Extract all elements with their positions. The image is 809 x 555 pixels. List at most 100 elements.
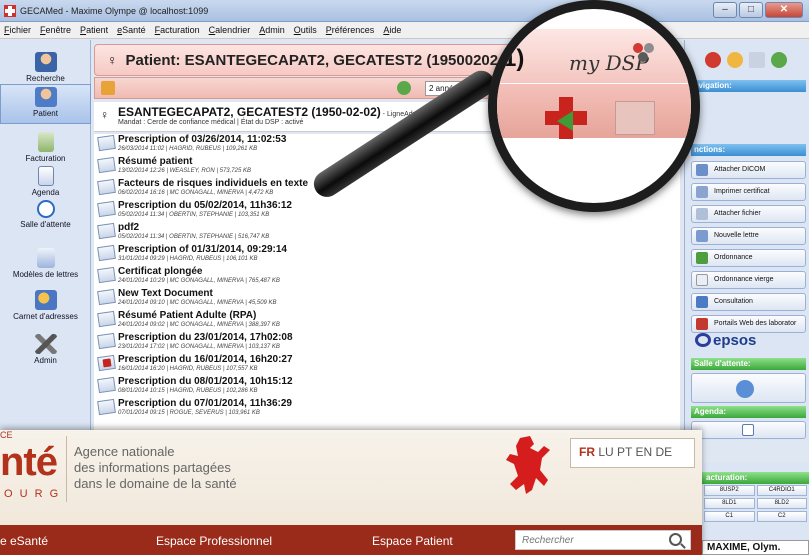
document-item[interactable]: New Text Document 24/01/2014 09:10 | MC …: [94, 288, 680, 307]
paperclip-icon: [696, 208, 708, 220]
billing-code-button[interactable]: 8LD2: [756, 498, 807, 509]
lang-en[interactable]: EN: [636, 445, 653, 459]
patient-icon: [34, 87, 57, 107]
billing-codes: 8USP2 C4RDIO1 8LD1 8LD2 C1 C2: [704, 485, 807, 522]
sidebar-item-recherche[interactable]: Recherche: [0, 50, 91, 83]
lang-pt[interactable]: PT: [617, 445, 632, 459]
document-meta: 08/01/2014 10:15 | HAGRID, RUBEUS | 102,…: [118, 388, 258, 394]
sidebar-label: Salle d'attente: [20, 220, 71, 229]
agency-line: Agence nationale: [74, 444, 175, 459]
pill-icon[interactable]: [101, 81, 115, 95]
right-action-panel: avigation: nctions: Attacher DICOM Impri…: [684, 40, 809, 440]
person-search-icon: [34, 52, 57, 72]
user-icon[interactable]: [727, 52, 743, 68]
website-search-input[interactable]: Rechercher: [515, 530, 691, 550]
blank-prescription-button[interactable]: Ordonnance vierge: [691, 271, 806, 289]
button-label: Attacher fichier: [714, 210, 761, 217]
document-item[interactable]: Certificat plongée 24/01/2014 10:29 | MC…: [94, 266, 680, 285]
billing-code-button[interactable]: 8LD1: [704, 498, 755, 509]
sidebar-item-salle-attente[interactable]: Salle d'attente: [0, 198, 91, 229]
agenda-button[interactable]: [691, 421, 806, 439]
logo-top-text: CE: [0, 430, 13, 440]
document-icon: [97, 288, 116, 306]
document-item[interactable]: Prescription of 01/31/2014, 09:29:14 31/…: [94, 244, 680, 263]
waiting-room-button[interactable]: [691, 373, 806, 403]
document-item[interactable]: Prescription du 08/01/2014, 10h15:12 08/…: [94, 376, 680, 395]
sidebar-item-patient[interactable]: Patient: [0, 84, 91, 124]
maximize-button[interactable]: □: [739, 2, 763, 18]
menu-fenetre[interactable]: Fenêtre: [40, 25, 71, 35]
billing-code-button[interactable]: 8USP2: [704, 485, 755, 496]
sidebar-item-admin[interactable]: Admin: [0, 332, 91, 365]
document-item[interactable]: Résumé Patient Adulte (RPA) 24/01/2014 0…: [94, 310, 680, 329]
module-sidebar: Recherche Patient Facturation Agenda Sal…: [0, 40, 91, 440]
esante-logo[interactable]: nté: [0, 440, 58, 485]
billing-code-button[interactable]: C1: [704, 511, 755, 522]
document-meta: 16/01/2014 16:20 | HAGRID, RUBEUS | 107,…: [118, 366, 258, 372]
menu-calendrier[interactable]: Calendrier: [209, 25, 251, 35]
document-item[interactable]: Prescription du 23/01/2014, 17h02:08 23/…: [94, 332, 680, 351]
menu-patient[interactable]: Patient: [80, 25, 108, 35]
prescription-button[interactable]: Ordonnance: [691, 249, 806, 267]
sidebar-item-modeles-lettres[interactable]: Modèles de lettres: [0, 246, 91, 279]
search-icon[interactable]: [669, 533, 682, 546]
attach-dicom-button[interactable]: Attacher DICOM: [691, 161, 806, 179]
consultation-icon: [696, 296, 708, 308]
button-label: Imprimer certificat: [714, 188, 770, 195]
refresh-icon[interactable]: [397, 81, 411, 95]
new-letter-button[interactable]: Nouvelle lettre: [691, 227, 806, 245]
magnified-toolbar: [497, 84, 691, 138]
button-label: Ordonnance: [714, 254, 753, 261]
document-title: pdf2: [118, 222, 140, 233]
document-item[interactable]: Prescription du 07/01/2014, 11h36:29 07/…: [94, 398, 680, 417]
tools-icon: [34, 334, 57, 354]
document-meta: 07/01/2014 09:15 | ROGUE, SEVERUS | 103,…: [118, 410, 260, 416]
document-meta: 24/01/2014 10:29 | MC GONAGALL, MINERVA …: [118, 278, 280, 284]
menu-facturation[interactable]: Facturation: [155, 25, 200, 35]
close-button[interactable]: ✕: [765, 2, 803, 18]
epsos-logo[interactable]: epsos: [695, 332, 756, 349]
document-item[interactable]: Prescription du 16/01/2014, 16h20:27 16/…: [94, 354, 680, 373]
menu-esante[interactable]: eSanté: [117, 25, 146, 35]
sidebar-item-carnet-adresses[interactable]: Carnet d'adresses: [0, 288, 91, 321]
consultation-button[interactable]: Consultation: [691, 293, 806, 311]
nav-espace-professionnel[interactable]: Espace Professionnel: [156, 534, 272, 548]
sidebar-item-facturation[interactable]: Facturation: [0, 130, 91, 163]
sidebar-label: Modèles de lettres: [12, 270, 79, 279]
sidebar-item-agenda[interactable]: Agenda: [0, 164, 91, 197]
menu-fichier[interactable]: Fichier: [4, 25, 31, 35]
website-navbar: e eSanté Espace Professionnel Espace Pat…: [0, 525, 702, 555]
person-icon: ♀: [107, 52, 118, 68]
document-icon: [97, 398, 116, 416]
nav-espace-patient[interactable]: Espace Patient: [372, 534, 453, 548]
navigation-header: avigation:: [691, 80, 806, 92]
document-item[interactable]: pdf2 05/02/2014 11:34 | OBERTIN, STEPHAN…: [94, 222, 680, 241]
save-icon[interactable]: [749, 52, 765, 68]
lang-lu[interactable]: LU: [598, 445, 613, 459]
document-title: Certificat plongée: [118, 266, 203, 277]
nav-esante[interactable]: e eSanté: [0, 534, 48, 548]
menu-aide[interactable]: Aide: [383, 25, 401, 35]
document-icon: [97, 134, 116, 152]
close-patient-icon[interactable]: [705, 52, 721, 68]
folder-icon: [615, 101, 655, 135]
menu-preferences[interactable]: Préférences: [326, 25, 375, 35]
lang-fr[interactable]: FR: [579, 445, 595, 459]
sidebar-label: Carnet d'adresses: [13, 312, 78, 321]
agency-line: dans le domaine de la santé: [74, 476, 237, 491]
attach-file-button[interactable]: Attacher fichier: [691, 205, 806, 223]
functions-header: nctions:: [691, 144, 806, 156]
menu-outils[interactable]: Outils: [294, 25, 317, 35]
document-title: Prescription du 16/01/2014, 16h20:27: [118, 354, 293, 365]
lab-portals-button[interactable]: Portails Web des laborator: [691, 315, 806, 333]
lang-de[interactable]: DE: [656, 445, 673, 459]
billing-code-button[interactable]: C2: [756, 511, 807, 522]
print-certificate-button[interactable]: Imprimer certificat: [691, 183, 806, 201]
minimize-button[interactable]: –: [713, 2, 737, 18]
mydsp-logo[interactable]: my DSP: [569, 51, 649, 75]
users-icon[interactable]: [771, 52, 787, 68]
menu-admin[interactable]: Admin: [259, 25, 285, 35]
billing-code-button[interactable]: C4RDIO1: [756, 485, 807, 496]
document-title: Prescription of 01/31/2014, 09:29:14: [118, 244, 287, 255]
gecamed-cross-icon: [4, 4, 16, 17]
